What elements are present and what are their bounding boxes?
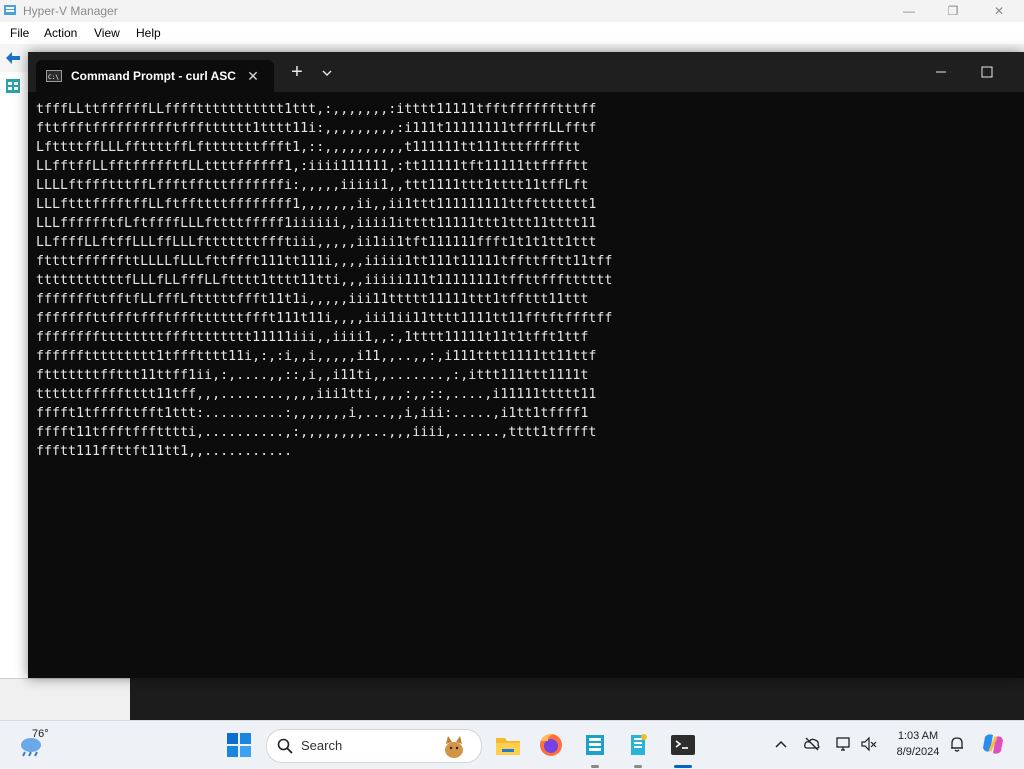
terminal-output-line: LLfftffLLfftffffftfLLttttffffff1,:iiii11… xyxy=(36,159,589,174)
menu-view[interactable]: View xyxy=(94,26,120,40)
terminal-output-line: LLLfffffftfLftffffLLLfttttfffff1iiiiii,,… xyxy=(36,216,597,231)
close-tab-button[interactable]: ✕ xyxy=(242,65,264,87)
menu-help[interactable]: Help xyxy=(136,26,161,40)
terminal-output-line: LLLftttfffftffLLftffttttffffffff1,,,,,,,… xyxy=(36,197,597,212)
terminal-output-line: fffffffttfftfLLfffLftttttffft11t1i,,,,,i… xyxy=(36,292,589,307)
hyperv-close-button[interactable]: ✕ xyxy=(976,0,1022,22)
file-explorer-icon[interactable] xyxy=(492,729,524,761)
terminal-icon[interactable] xyxy=(667,729,699,761)
terminal-output-line: ffffffttttttttt1tffftttt11i,:,:i,,i,,,,,… xyxy=(36,349,597,364)
terminal-tab-active[interactable]: C:\ Command Prompt - curl ASC ✕ xyxy=(36,60,274,92)
volume-icon[interactable] xyxy=(860,735,878,753)
hyperv-navigation-pane xyxy=(0,72,29,698)
terminal-output-line: ttttttffffftttt11tff,,,........,,,,iii1t… xyxy=(36,387,597,402)
start-button[interactable] xyxy=(225,731,253,759)
command-prompt-icon: C:\ xyxy=(46,70,62,82)
firefox-icon[interactable] xyxy=(535,729,567,761)
hyper-v-manager-icon[interactable] xyxy=(579,729,611,761)
hyper-v-icon[interactable] xyxy=(622,729,654,761)
terminal-output-line: fttffftfffffffffftffftttttt1tttt11i:,,,,… xyxy=(36,121,597,136)
terminal-output-line: LfttttffLLLffttttffLftttttttffft1,::,,,,… xyxy=(36,140,581,155)
back-arrow-icon[interactable] xyxy=(4,50,22,66)
hyperv-window-title: Hyper-V Manager xyxy=(23,4,118,18)
maximize-icon[interactable] xyxy=(964,56,1010,88)
search-highlight-cat-icon xyxy=(445,736,463,758)
clock-time[interactable]: 1:03 AM xyxy=(888,730,948,742)
terminal-output[interactable]: tfffLLttffffffLLffffttttttttttt1ttt,:,,,… xyxy=(36,100,1016,670)
hyperv-app-icon xyxy=(4,5,16,15)
svg-text:C:\: C:\ xyxy=(48,74,59,81)
new-tab-button[interactable]: + xyxy=(284,60,310,86)
terminal-output-line: fffft11tffftffftttti,..........,:,,,,,,,… xyxy=(36,425,597,440)
hyperv-lower-pane xyxy=(0,678,131,721)
menu-file[interactable]: File xyxy=(10,26,29,40)
terminal-tab-title: Command Prompt - curl ASC xyxy=(71,69,236,83)
cloud-offline-icon[interactable] xyxy=(803,735,821,753)
hyperv-minimize-button[interactable]: — xyxy=(886,0,932,22)
terminal-output-line: fffffffttffftffftfffttttttffft111t11i,,,… xyxy=(36,311,613,326)
terminal-output-line: tttttttttttfLLLfLLfffLLftttt1tttt11tti,,… xyxy=(36,273,613,288)
menu-action[interactable]: Action xyxy=(44,26,77,40)
terminal-output-line: ftttttttffttt11ttff1ii,:,....,,::,i,,i11… xyxy=(36,368,589,383)
hyperv-restore-button[interactable]: ❐ xyxy=(930,0,976,22)
notification-bell-icon[interactable] xyxy=(948,735,966,753)
chevron-up-icon[interactable] xyxy=(772,735,790,753)
terminal-output-line: tfffLLttffffffLLffffttttttttttt1ttt,:,,,… xyxy=(36,102,597,117)
taskbar-search-box[interactable]: Search xyxy=(266,729,482,763)
search-icon xyxy=(277,738,293,754)
weather-temperature: 76° xyxy=(32,728,49,740)
hyperv-tree-icon[interactable] xyxy=(5,78,21,94)
terminal-window: C:\ Command Prompt - curl ASC ✕ + tfffLL… xyxy=(28,52,1024,678)
clock-date[interactable]: 8/9/2024 xyxy=(888,746,948,758)
background-dark-strip xyxy=(130,678,1024,720)
terminal-output-line: ffftt111ffttft11tt1,,........... xyxy=(36,444,293,459)
network-icon[interactable] xyxy=(835,735,853,753)
terminal-output-line: LLLLftffftttffLffftfftttfffffffi:,,,,,ii… xyxy=(36,178,589,193)
hyperv-menu-bar: File Action View Help xyxy=(0,22,1024,44)
copilot-icon[interactable] xyxy=(980,731,1006,757)
terminal-tab-bar[interactable]: C:\ Command Prompt - curl ASC ✕ + xyxy=(28,52,1024,92)
terminal-output-line: ffffffffttttttttffftttttttt11111iii,,iii… xyxy=(36,330,589,345)
search-placeholder: Search xyxy=(301,738,343,753)
chevron-down-icon[interactable] xyxy=(314,60,340,86)
terminal-output-line: fttttffffffttLLLLfLLLfttffft111tt111i,,,… xyxy=(36,254,613,269)
terminal-output-line: fffft1tffffttfft1ttt:..........:,,,,,,,i… xyxy=(36,406,589,421)
terminal-output-line: LLffffLLftffLLLffLLLftttttttffftiii,,,,,… xyxy=(36,235,597,250)
minimize-icon[interactable] xyxy=(918,56,964,88)
hyperv-title-bar[interactable]: Hyper-V Manager — ❐ ✕ xyxy=(0,0,1024,22)
taskbar: 76° Search 1:03 AM 8/9/2024 xyxy=(0,720,1024,769)
